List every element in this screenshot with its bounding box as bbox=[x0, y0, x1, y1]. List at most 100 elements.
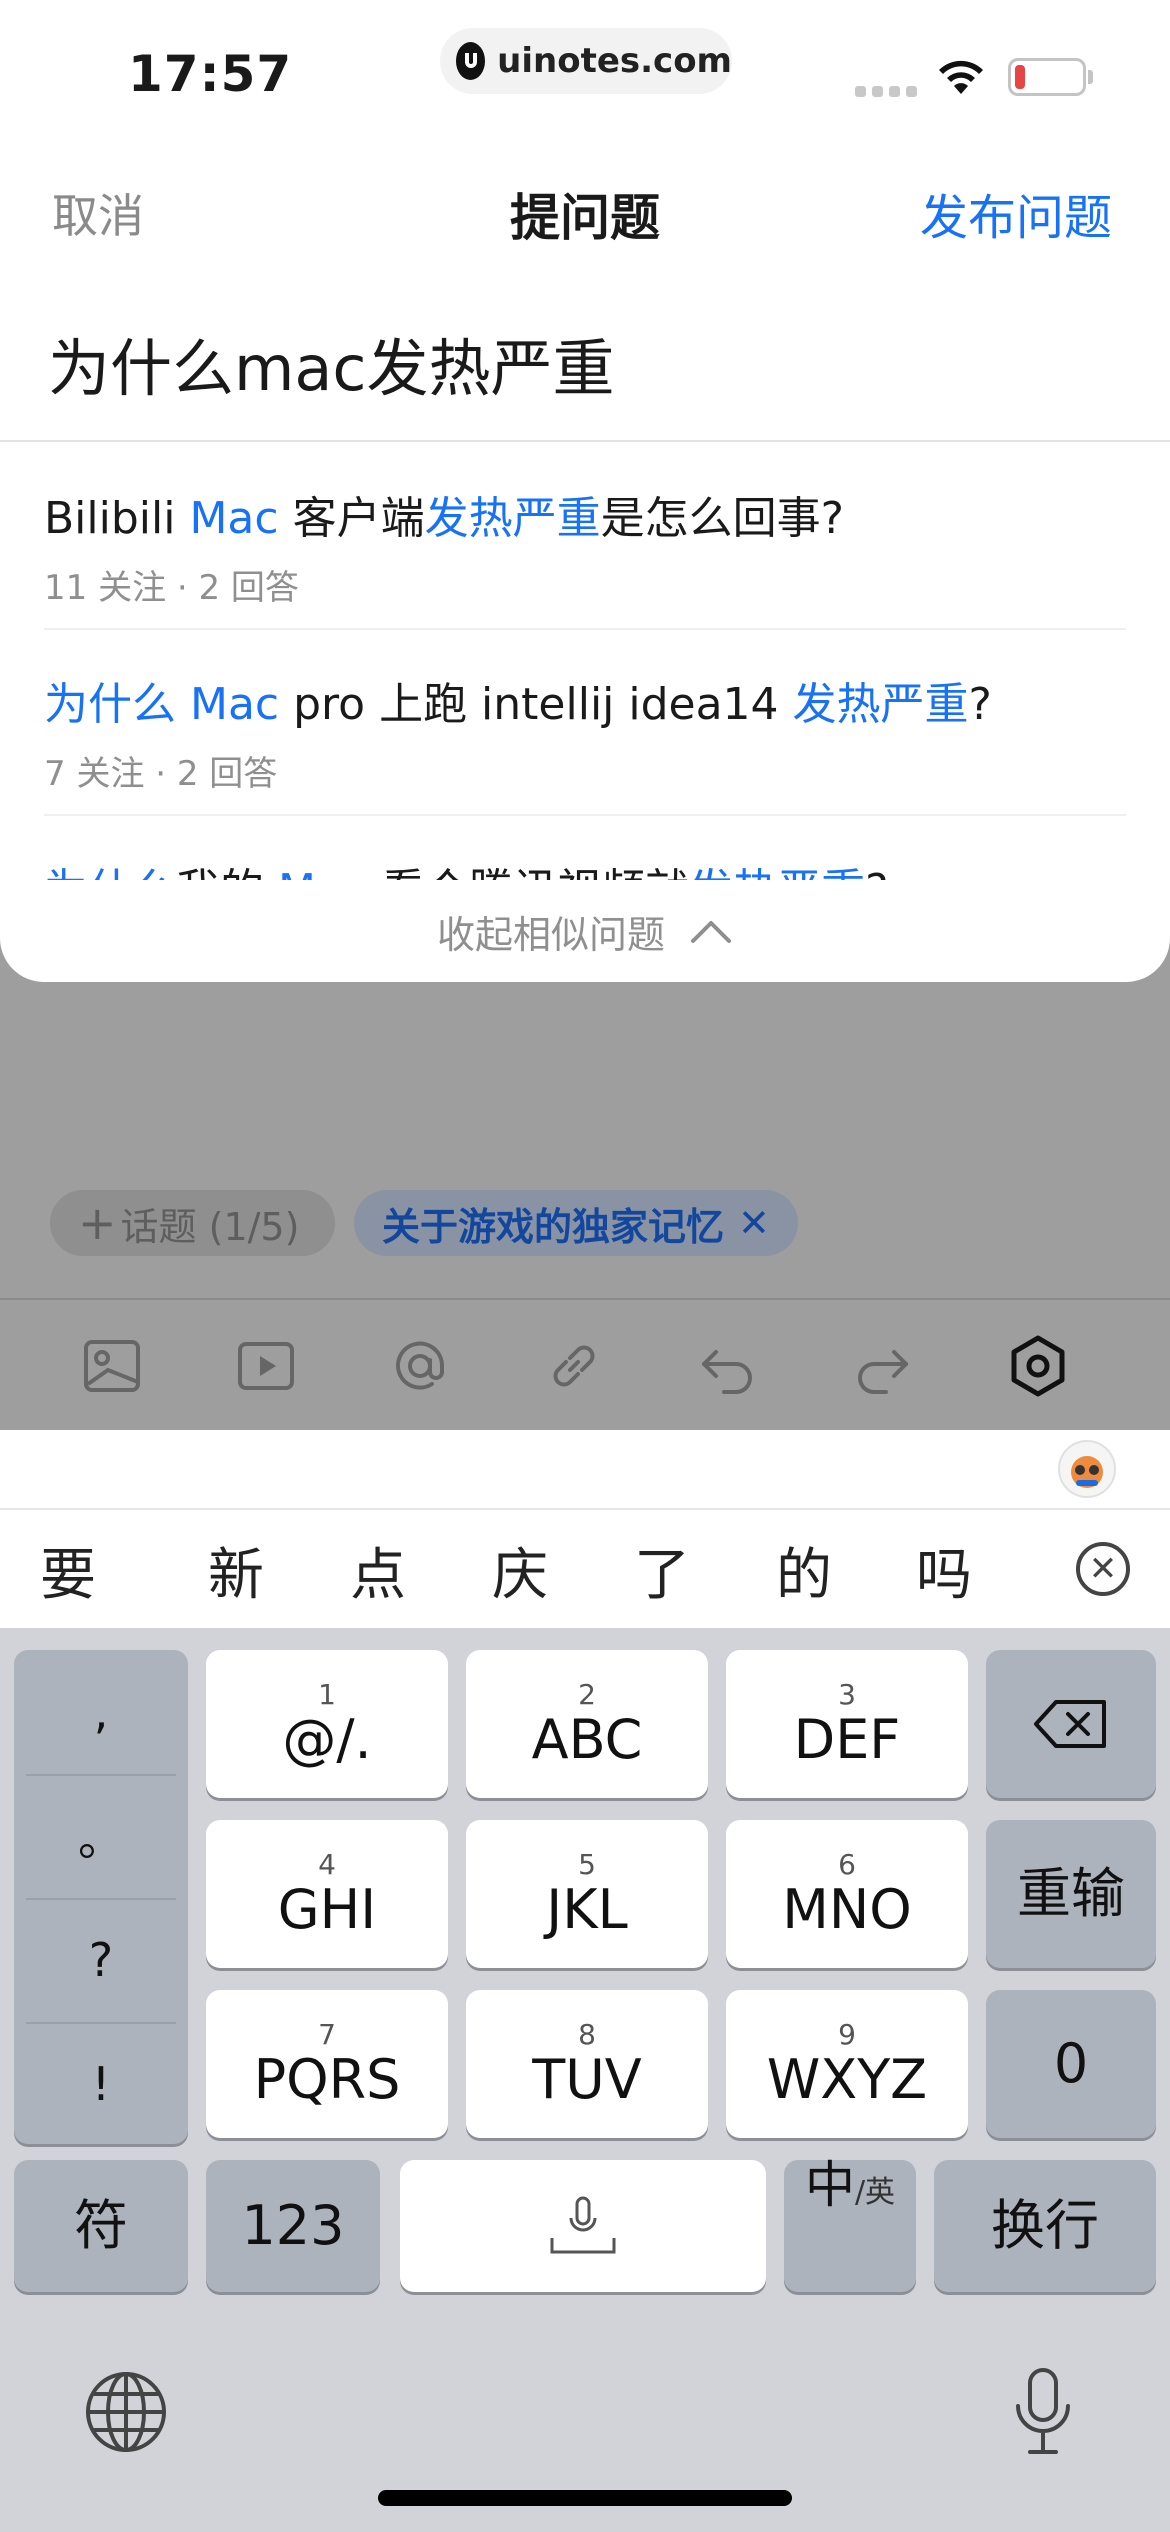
similar-question-item[interactable]: 为什么 Mac pro 上跑 intellij idea14 发热严重? 7 关… bbox=[44, 668, 1124, 795]
wifi-icon bbox=[939, 60, 983, 94]
add-topic-button[interactable]: + 话题 (1/5) bbox=[50, 1190, 336, 1256]
similar-question-meta: 11 关注 · 2 回答 bbox=[44, 568, 299, 608]
battery-icon bbox=[1008, 58, 1086, 96]
punct-key[interactable]: ! bbox=[14, 2022, 188, 2146]
title-text: 客户端 bbox=[278, 493, 425, 544]
title-text: 我的 bbox=[176, 865, 278, 880]
key-number: 1 bbox=[318, 1678, 336, 1711]
key-number: 4 bbox=[318, 1848, 336, 1881]
similar-question-item[interactable]: 为什么我的 Mac 看个腾讯视频就发热严重? bbox=[44, 854, 1124, 880]
backspace-icon bbox=[1034, 1700, 1106, 1748]
candidate-word[interactable]: 的 bbox=[776, 1530, 832, 1611]
divider bbox=[44, 628, 1126, 630]
numbers-key[interactable]: 123 bbox=[206, 2160, 380, 2292]
topic-tag-label: 关于游戏的独家记忆 bbox=[382, 1204, 725, 1249]
key-number: 6 bbox=[838, 1848, 856, 1881]
key-2[interactable]: 2 ABC bbox=[466, 1650, 708, 1798]
candidate-word[interactable]: 点 bbox=[350, 1530, 406, 1611]
site-logo-icon bbox=[456, 42, 486, 80]
close-candidates-icon[interactable]: ✕ bbox=[1076, 1542, 1130, 1596]
candidate-word[interactable]: 庆 bbox=[492, 1530, 548, 1611]
punct-key[interactable]: , bbox=[14, 1650, 188, 1774]
highlighted-keyword: 发热严重 bbox=[424, 493, 601, 544]
key-label: JKL bbox=[546, 1878, 628, 1941]
symbol-key[interactable]: 符 bbox=[14, 2160, 188, 2292]
battery-tip bbox=[1088, 70, 1093, 84]
topic-tag[interactable]: 关于游戏的独家记忆 ✕ bbox=[354, 1190, 798, 1256]
collapse-similar-button[interactable]: 收起相似问题 bbox=[0, 880, 1170, 982]
similar-question-item[interactable]: Bilibili Mac 客户端发热严重是怎么回事? 11 关注 · 2 回答 bbox=[44, 482, 1124, 609]
reset-key[interactable]: 重输 bbox=[986, 1820, 1156, 1968]
key-label: 换行 bbox=[991, 2194, 1099, 2257]
key-number: 3 bbox=[838, 1678, 856, 1711]
highlighted-keyword: 为什么 bbox=[44, 679, 176, 730]
key-6[interactable]: 6 MNO bbox=[726, 1820, 968, 1968]
close-icon[interactable]: ✕ bbox=[738, 1201, 770, 1245]
punct-key[interactable]: ? bbox=[14, 1898, 188, 2022]
highlighted-keyword: 为什么 bbox=[44, 865, 176, 880]
link-icon[interactable] bbox=[542, 1334, 606, 1398]
punctuation-column: , 。 ? ! bbox=[14, 1650, 188, 2144]
add-topic-label: 话题 (1/5) bbox=[120, 1204, 300, 1249]
key-label: ABC bbox=[531, 1708, 643, 1771]
key-label: WXYZ bbox=[766, 2048, 928, 2111]
settings-icon[interactable] bbox=[1006, 1334, 1070, 1398]
video-icon[interactable] bbox=[234, 1334, 298, 1398]
key-number: 5 bbox=[578, 1848, 596, 1881]
similar-question-title: 为什么我的 Mac 看个腾讯视频就发热严重? bbox=[44, 854, 1124, 880]
key-1[interactable]: 1 @/. bbox=[206, 1650, 448, 1798]
title-text: ? bbox=[968, 679, 992, 730]
home-indicator bbox=[378, 2490, 792, 2506]
backspace-key[interactable] bbox=[986, 1650, 1156, 1798]
url-pill: uinotes.com bbox=[440, 28, 732, 94]
highlighted-keyword: Mac bbox=[278, 865, 367, 880]
key-3[interactable]: 3 DEF bbox=[726, 1650, 968, 1798]
language-toggle-key[interactable]: 中 /英 bbox=[784, 2160, 916, 2292]
space-key[interactable] bbox=[400, 2160, 766, 2292]
title-text bbox=[176, 679, 190, 730]
question-input[interactable]: 为什么mac发热严重 bbox=[48, 318, 614, 408]
similar-questions-list: Bilibili Mac 客户端发热严重是怎么回事? 11 关注 · 2 回答 … bbox=[0, 442, 1170, 880]
key-label: 符 bbox=[74, 2194, 128, 2257]
status-time: 17:57 bbox=[128, 45, 293, 103]
chevron-up-icon bbox=[691, 921, 731, 943]
zero-key[interactable]: 0 bbox=[986, 1990, 1156, 2138]
key-5[interactable]: 5 JKL bbox=[466, 1820, 708, 1968]
highlighted-keyword: 发热严重 bbox=[792, 679, 969, 730]
title-text: Bilibili bbox=[44, 493, 190, 544]
similar-question-title: Bilibili Mac 客户端发热严重是怎么回事? bbox=[44, 482, 1124, 546]
candidate-word[interactable]: 了 bbox=[634, 1530, 690, 1611]
key-label: GHI bbox=[277, 1878, 377, 1941]
key-sublabel: /英 bbox=[854, 2175, 896, 2210]
mention-icon[interactable] bbox=[388, 1334, 452, 1398]
key-label: DEF bbox=[793, 1708, 901, 1771]
title-text: 看个腾讯视频就 bbox=[367, 865, 689, 880]
key-number: 9 bbox=[838, 2018, 856, 2051]
image-icon[interactable] bbox=[80, 1334, 144, 1398]
redo-icon[interactable] bbox=[850, 1334, 914, 1398]
title-text: 是怎么回事? bbox=[600, 493, 844, 544]
key-label: 中 bbox=[804, 2156, 855, 2214]
key-8[interactable]: 8 TUV bbox=[466, 1990, 708, 2138]
key-label: 123 bbox=[241, 2194, 345, 2257]
divider bbox=[0, 1298, 1170, 1300]
punct-key[interactable]: 。 bbox=[14, 1774, 188, 1898]
key-number: 8 bbox=[578, 2018, 596, 2051]
microphone-icon[interactable] bbox=[1010, 2366, 1076, 2458]
candidate-word[interactable]: 吗 bbox=[916, 1530, 972, 1611]
undo-icon[interactable] bbox=[696, 1334, 760, 1398]
key-number: 7 bbox=[318, 2018, 336, 2051]
candidate-word[interactable]: 新 bbox=[208, 1530, 264, 1611]
globe-icon[interactable] bbox=[84, 2370, 168, 2454]
candidate-bar bbox=[0, 1430, 1170, 1628]
key-9[interactable]: 9 WXYZ bbox=[726, 1990, 968, 2138]
highlighted-keyword: 发热严重 bbox=[689, 865, 865, 880]
enter-key[interactable]: 换行 bbox=[934, 2160, 1156, 2292]
publish-button[interactable]: 发布问题 bbox=[920, 178, 1112, 248]
key-label: 重输 bbox=[1017, 1862, 1125, 1925]
candidate-word[interactable]: 要 bbox=[40, 1530, 96, 1611]
key-4[interactable]: 4 GHI bbox=[206, 1820, 448, 1968]
key-label: TUV bbox=[532, 2048, 642, 2111]
key-7[interactable]: 7 PQRS bbox=[206, 1990, 448, 2138]
ime-mascot-icon[interactable] bbox=[1058, 1440, 1116, 1498]
